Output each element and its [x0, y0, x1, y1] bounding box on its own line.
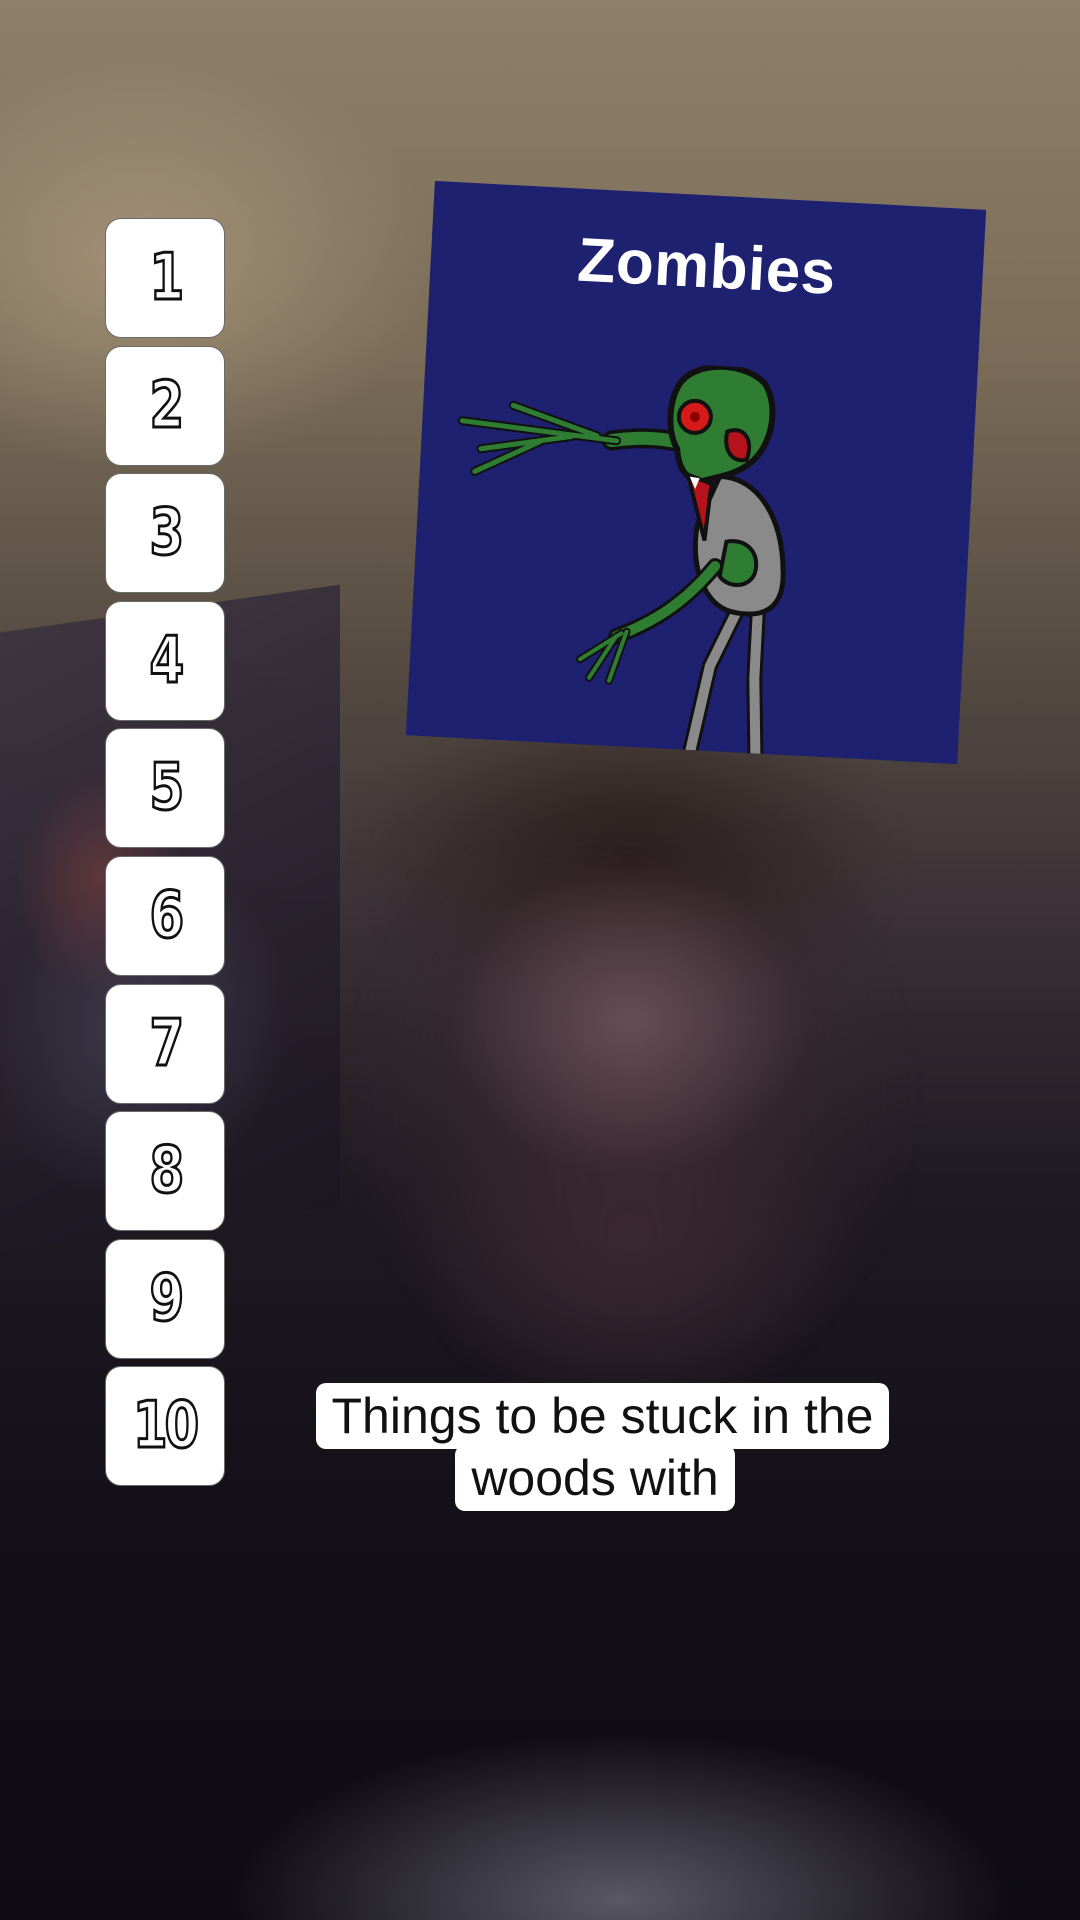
rank-number: 1: [148, 241, 185, 315]
person-shirt: [0, 1540, 1080, 1920]
rank-slot-8[interactable]: 8: [105, 1111, 225, 1232]
ranking-list: 1 2 3 4 5 6 7 8 9 10: [105, 218, 227, 1494]
rank-number: 2: [148, 368, 185, 443]
caption-line-2: woods with: [455, 1445, 735, 1511]
rank-slot-9[interactable]: 9: [105, 1238, 225, 1359]
rank-number: 3: [148, 496, 185, 571]
rank-number: 8: [148, 1134, 185, 1209]
rank-slot-5[interactable]: 5: [105, 728, 225, 849]
rank-slot-4[interactable]: 4: [105, 600, 225, 721]
rank-number: 9: [148, 1261, 185, 1336]
caption-line-1: Things to be stuck in the: [315, 1383, 890, 1449]
rank-slot-6[interactable]: 6: [105, 855, 225, 976]
rank-number: 4: [148, 623, 185, 698]
zombie-icon: [457, 363, 786, 762]
rank-slot-1[interactable]: 1: [105, 218, 225, 338]
rank-number: 7: [148, 1006, 185, 1081]
video-frame: 1 2 3 4 5 6 7 8 9 10 Zombies Things to b…: [0, 0, 1080, 1920]
rank-slot-2[interactable]: 2: [105, 345, 225, 466]
rank-slot-3[interactable]: 3: [105, 473, 225, 594]
card-title: Zombies: [575, 225, 838, 308]
item-card[interactable]: Zombies: [405, 180, 987, 765]
rank-number: 6: [148, 878, 185, 953]
rank-number: 5: [148, 751, 185, 826]
person-face: [270, 720, 990, 1480]
rank-slot-7[interactable]: 7: [105, 983, 225, 1104]
caption: Things to be stuck in the woods with: [0, 1383, 1050, 1511]
